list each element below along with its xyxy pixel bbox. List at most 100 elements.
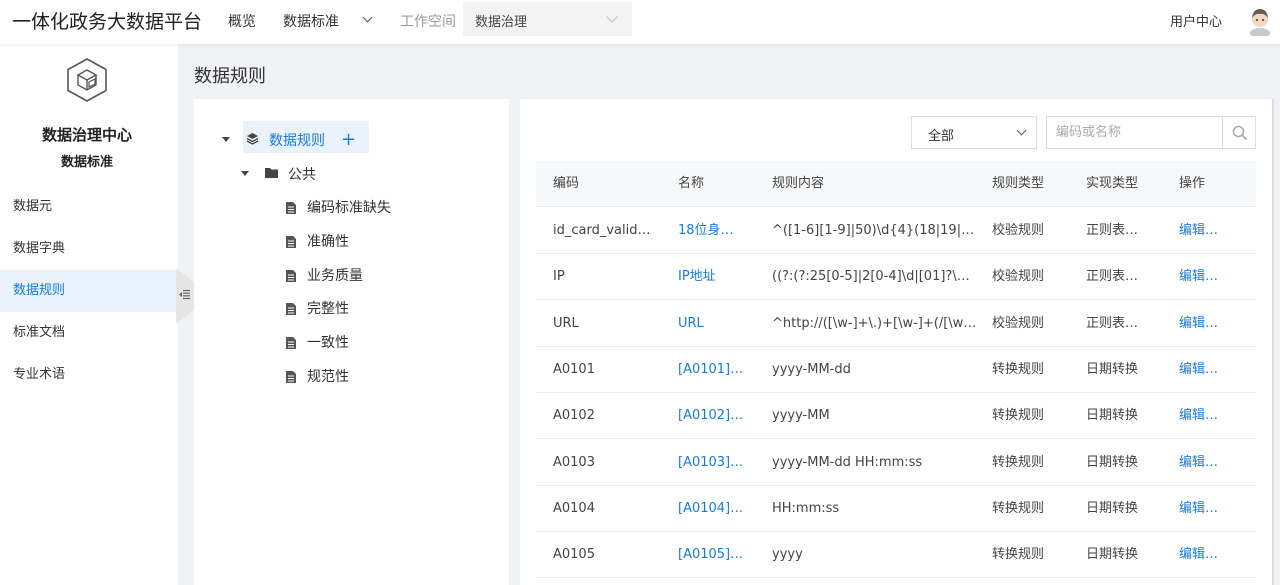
document-icon (286, 303, 296, 316)
cell-code: URL (553, 315, 579, 331)
column-header-rule-content: 规则内容 (772, 176, 825, 191)
cell-impl-type: 日期转换 (1086, 454, 1139, 470)
cell-rule-type: 转换规则 (992, 408, 1045, 424)
workspace-value: 数据治理 (475, 15, 528, 30)
user-center-link[interactable]: 用户中心 (1170, 11, 1222, 30)
search-button[interactable] (1222, 116, 1256, 149)
cell-rule-content: yyyy-MM (772, 408, 830, 424)
column-header-actions: 操作 (1179, 176, 1206, 191)
search-icon (1232, 125, 1248, 141)
cell-rule-type: 转换规则 (992, 454, 1045, 470)
cell-impl-type: 正则表… (1086, 223, 1139, 238)
sidebar-item-data-element[interactable]: 数据元 (0, 186, 178, 228)
menu-collapse-icon[interactable] (179, 289, 190, 300)
type-filter-value: 全部 (928, 129, 955, 144)
layers-icon (246, 133, 259, 145)
cell-rule-type: 校验规则 (992, 269, 1045, 285)
table-row: URL URL ^http://([\w-]+\.)+[\w-]+(/[\w-./?… (536, 300, 1256, 347)
document-icon (286, 337, 296, 350)
cell-name-link[interactable]: [A0105]… (678, 532, 743, 578)
edit-link[interactable]: 编辑… (1179, 532, 1218, 578)
tree-group-label[interactable]: 公共 (288, 164, 316, 184)
cell-name-link[interactable]: 18位身… (678, 208, 734, 254)
cell-rule-content: ^http://([\w-]+\.)+[\w-]+(/[\w-./?… (772, 315, 977, 331)
sidebar-item-terminology[interactable]: 专业术语 (0, 354, 178, 396)
tree-leaf-label[interactable]: 完整性 (307, 298, 349, 318)
sidebar-item-standard-docs[interactable]: 标准文档 (0, 312, 178, 354)
tree-leaf-label[interactable]: 编码标准缺失 (307, 197, 391, 217)
top-bar: 一体化政务大数据平台 概览 数据标准 工作空间 数据治理 用户中心 (0, 0, 1280, 44)
table-header: 编码 名称 规则内容 规则类型 实现类型 操作 (536, 161, 1256, 207)
cell-name-link[interactable]: [A0102]… (678, 393, 743, 439)
table-row: A0102 [A0102]… yyyy-MM 转换规则 日期转换 编辑… (536, 393, 1256, 440)
sidebar-item-data-dictionary[interactable]: 数据字典 (0, 228, 178, 270)
add-icon[interactable]: + (341, 131, 356, 149)
table-row: A0105 [A0105]… yyyy 转换规则 日期转换 编辑… (536, 532, 1256, 579)
column-header-name: 名称 (678, 176, 705, 191)
caret-down-icon[interactable] (241, 171, 249, 176)
avatar[interactable] (1248, 6, 1272, 36)
tree-leaf-label[interactable]: 业务质量 (307, 265, 363, 285)
workspace-select[interactable]: 数据治理 (463, 2, 632, 36)
caret-down-icon[interactable] (222, 137, 230, 142)
table-row: id_card_valid… 18位身… ^([1-6][1-9]|50)\d{4}… (536, 208, 1256, 254)
cell-rule-type: 转换规则 (992, 547, 1045, 563)
nav-overview[interactable]: 概览 (228, 11, 256, 31)
cell-impl-type: 正则表… (1086, 269, 1139, 285)
column-header-rule-type: 规则类型 (992, 176, 1045, 191)
sidebar-item-data-rules[interactable]: 数据规则 (0, 270, 178, 312)
tree-leaf-label[interactable]: 准确性 (307, 231, 349, 251)
type-filter-select[interactable]: 全部 (911, 116, 1037, 149)
edit-link[interactable]: 编辑… (1179, 208, 1218, 254)
table-row: A0104 [A0104]… HH:mm:ss 转换规则 日期转换 编辑… (536, 485, 1256, 532)
edit-link[interactable]: 编辑… (1179, 486, 1218, 532)
cell-rule-type: 转换规则 (992, 361, 1045, 377)
folder-icon (265, 168, 278, 178)
tree-leaf-label[interactable]: 一致性 (307, 332, 349, 352)
sidebar-title: 数据治理中心 (41, 126, 132, 144)
edit-link[interactable]: 编辑… (1179, 440, 1218, 486)
cube-logo-icon (67, 58, 107, 102)
page-title: 数据规则 (194, 66, 266, 87)
edit-link[interactable]: 编辑… (1179, 254, 1218, 300)
cell-rule-content: HH:mm:ss (772, 500, 840, 516)
sidebar-subtitle: 数据标准 (60, 155, 113, 170)
nav-data-standards[interactable]: 数据标准 (283, 11, 339, 31)
search-input[interactable] (1046, 116, 1223, 149)
document-icon (286, 269, 296, 282)
cell-name-link[interactable]: URL (678, 301, 704, 347)
cell-impl-type: 日期转换 (1086, 547, 1139, 563)
cell-impl-type: 日期转换 (1086, 408, 1139, 424)
cell-rule-content: ((?:(?:25[0-5]|2[0-4]\d|[01]?\d… (772, 269, 977, 285)
scrollbar[interactable] (1272, 99, 1274, 585)
cell-code: id_card_valid… (553, 223, 651, 238)
cell-code: A0101 (553, 361, 595, 377)
cell-code: A0104 (553, 500, 595, 516)
cell-rule-content: yyyy-MM-dd HH:mm:ss (772, 454, 923, 470)
document-icon (286, 371, 296, 383)
cell-impl-type: 正则表… (1086, 315, 1139, 331)
tree-root-label[interactable]: 数据规则 (269, 130, 325, 150)
cell-name-link[interactable]: [A0104]… (678, 486, 743, 532)
edit-link[interactable]: 编辑… (1179, 393, 1218, 439)
cell-code: IP (553, 269, 565, 285)
cell-rule-type: 转换规则 (992, 500, 1045, 516)
tree-leaf-label[interactable]: 规范性 (307, 366, 349, 386)
cell-rule-content: ^([1-6][1-9]|50)\d{4}(18|19|20)\… (772, 223, 977, 238)
table-row: A0101 [A0101]… yyyy-MM-dd 转换规则 日期转换 编辑… (536, 346, 1256, 393)
edit-link[interactable]: 编辑… (1179, 347, 1218, 393)
chevron-down-icon (606, 11, 618, 23)
cell-code: A0102 (553, 408, 595, 424)
document-icon (286, 235, 296, 248)
table-row: IP IP地址 ((?:(?:25[0-5]|2[0-4]\d|[01]?\d… 校验… (536, 254, 1256, 301)
cell-name-link[interactable]: IP地址 (678, 254, 716, 300)
edit-link[interactable]: 编辑… (1179, 301, 1218, 347)
cell-rule-content: yyyy-MM-dd (772, 361, 851, 377)
cell-code: A0105 (553, 547, 595, 563)
cell-name-link[interactable]: [A0101]… (678, 347, 743, 393)
cell-impl-type: 日期转换 (1086, 500, 1139, 516)
column-header-impl-type: 实现类型 (1086, 176, 1139, 191)
document-icon (286, 202, 296, 214)
cell-name-link[interactable]: [A0103]… (678, 440, 743, 486)
chevron-down-icon[interactable] (362, 12, 373, 23)
